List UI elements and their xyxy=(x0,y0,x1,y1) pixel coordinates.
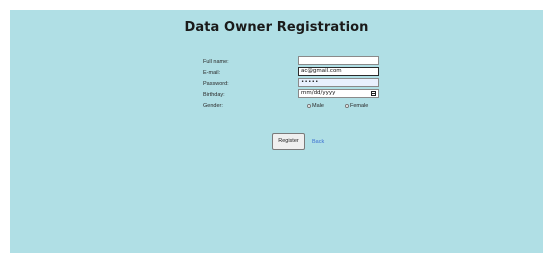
gender-label: Gender: xyxy=(203,103,223,109)
birthday-placeholder: mm/dd/yyyy xyxy=(301,90,336,96)
email-label: E-mail: xyxy=(203,70,221,76)
radio-male[interactable] xyxy=(307,103,311,108)
register-button[interactable]: Register xyxy=(272,133,305,150)
full-name-label: Full name: xyxy=(203,59,229,65)
full-name-input[interactable] xyxy=(298,56,379,65)
password-input[interactable]: ••••• xyxy=(298,78,379,87)
gender-female-label: Female xyxy=(350,103,369,109)
gender-option-male[interactable]: Male xyxy=(307,103,324,109)
email-input[interactable]: ac@gmail.com xyxy=(298,67,379,76)
radio-female[interactable] xyxy=(345,103,349,108)
password-label: Password: xyxy=(203,81,229,87)
gender-option-female[interactable]: Female xyxy=(345,103,368,109)
registration-panel: Data Owner Registration Full name: E-mai… xyxy=(10,10,543,253)
calendar-icon[interactable] xyxy=(371,91,376,96)
birthday-label: Birthday: xyxy=(203,92,225,98)
birthday-input[interactable]: mm/dd/yyyy xyxy=(298,89,379,98)
page-title: Data Owner Registration xyxy=(184,20,369,35)
back-link[interactable]: Back xyxy=(312,139,324,145)
gender-male-label: Male xyxy=(312,103,324,109)
